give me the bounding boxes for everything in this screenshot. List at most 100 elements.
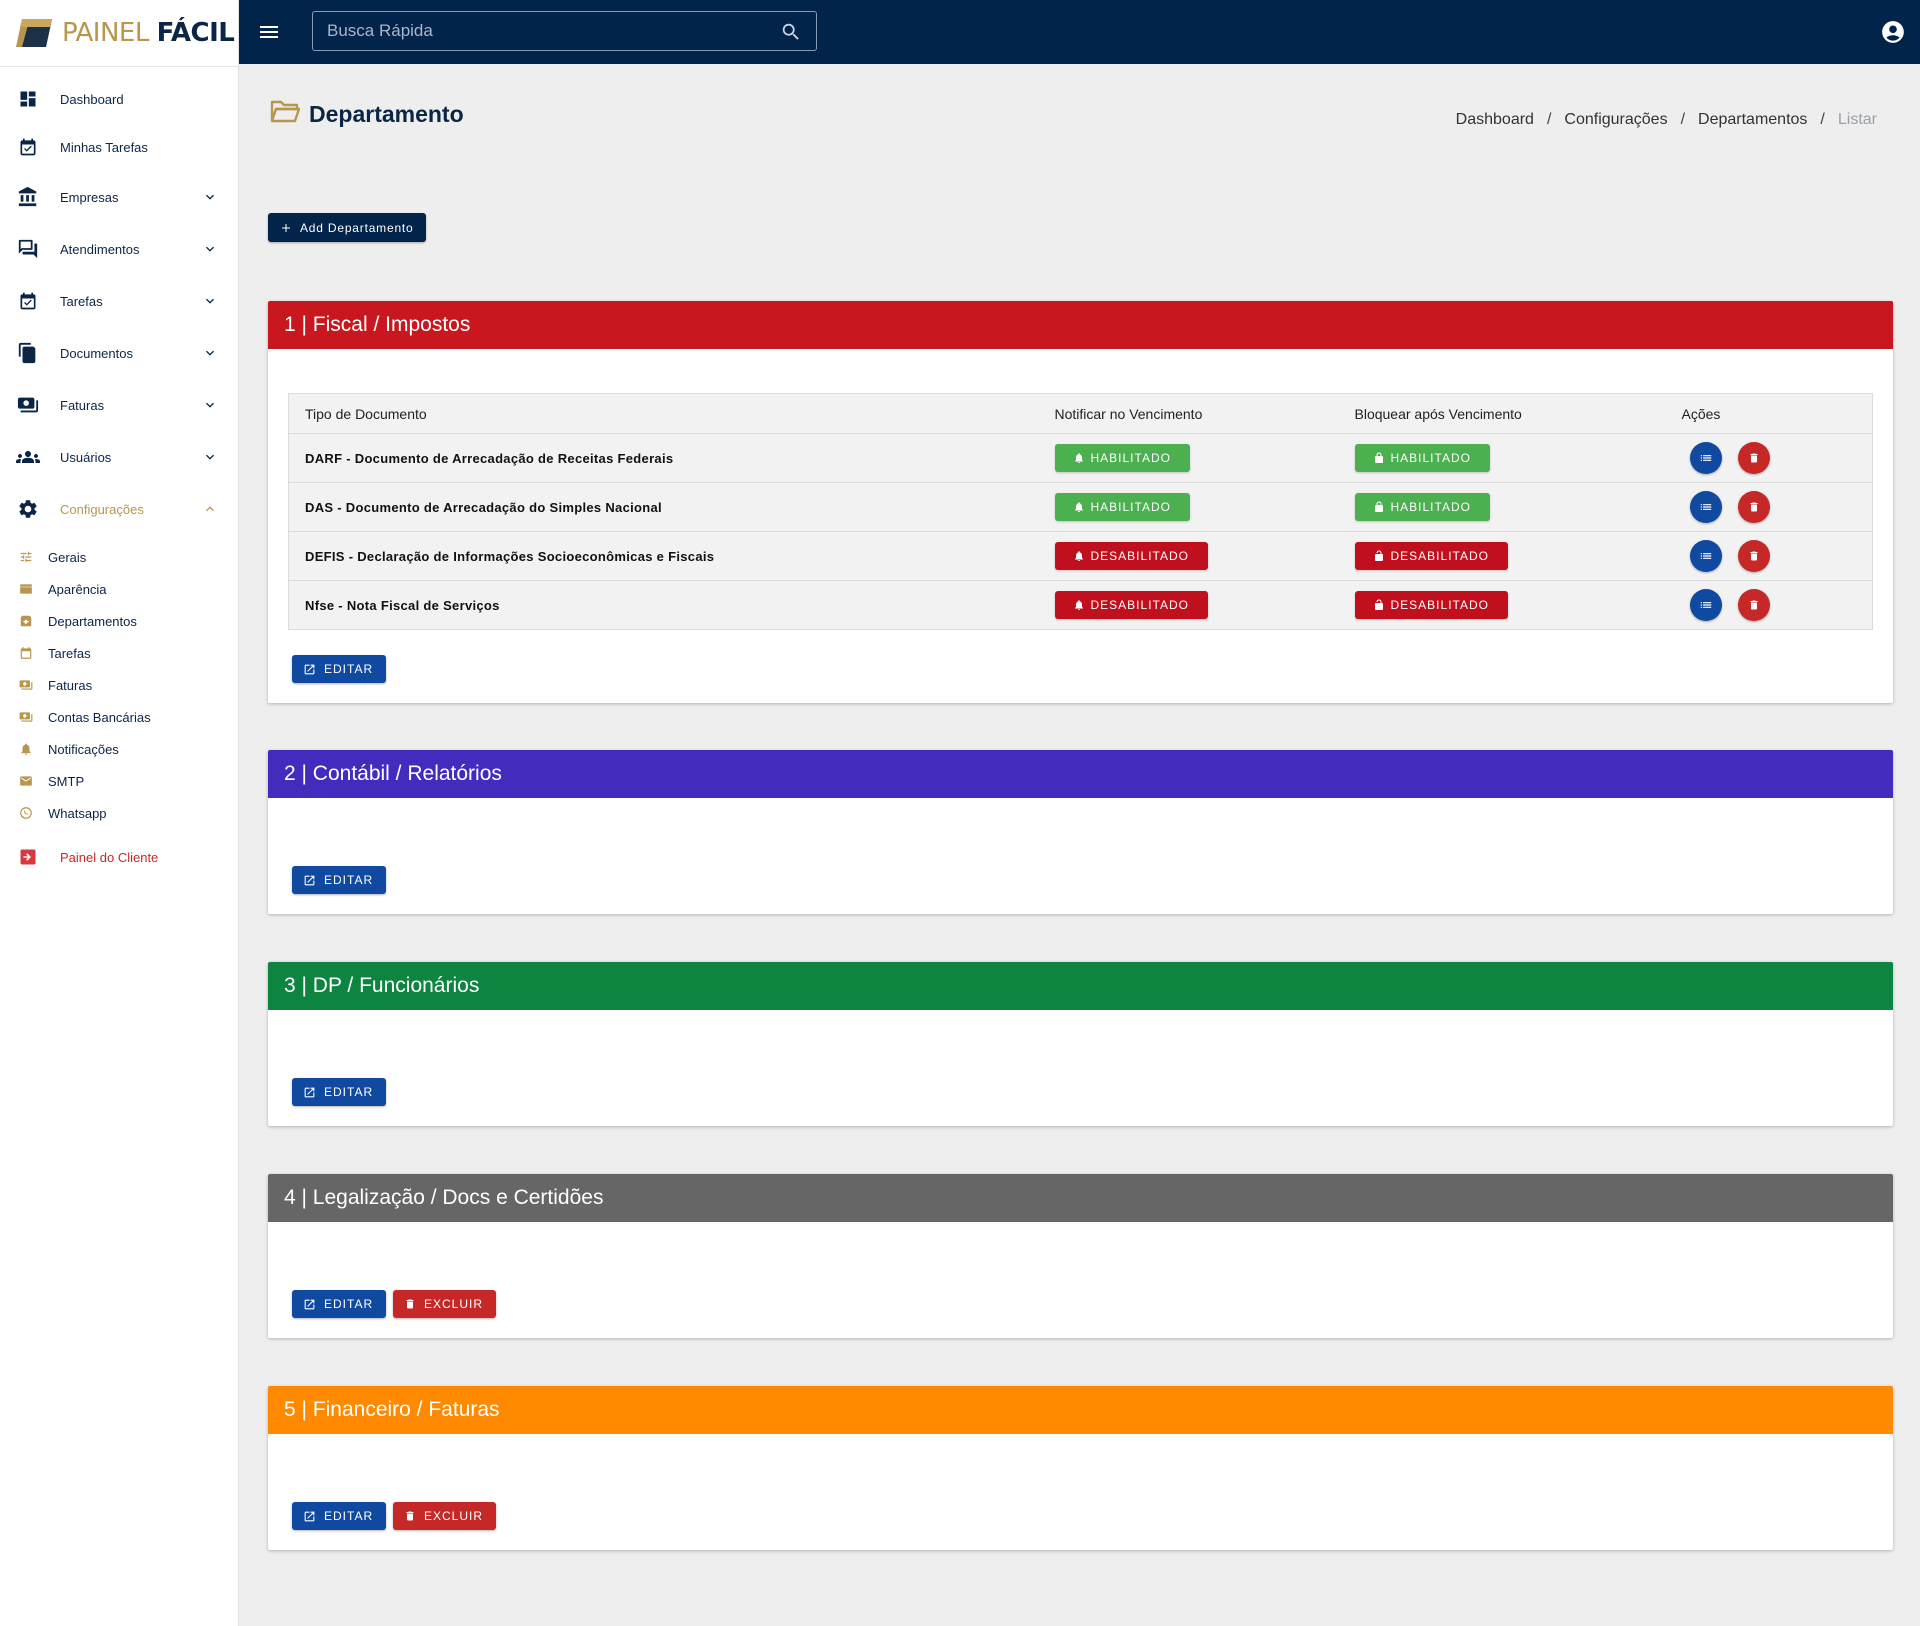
- delete-row-button[interactable]: [1737, 491, 1770, 523]
- settings-submenu: Gerais Aparência Departamentos Tarefas F…: [0, 535, 238, 829]
- sidebar-item-dashboard[interactable]: Dashboard: [0, 75, 238, 123]
- breadcrumb-separator: /: [1820, 111, 1825, 128]
- lock-icon: [1374, 501, 1383, 512]
- edit-icon: [304, 1511, 315, 1521]
- edit-department-button[interactable]: EDITAR: [292, 1078, 387, 1106]
- sidebar-item-atendimentos[interactable]: Atendimentos: [0, 223, 238, 275]
- calendar-check-icon: [16, 135, 40, 159]
- main-content: Departamento Dashboard / Configurações /…: [268, 64, 1893, 1550]
- delete-department-button[interactable]: EXCLUIR: [393, 1290, 497, 1318]
- sidebar-item-client-panel[interactable]: Painel do Cliente: [0, 831, 238, 883]
- logo[interactable]: PAINEL FÁCIL: [0, 0, 238, 67]
- lock-icon: [1374, 452, 1383, 463]
- sidebar-item-documentos[interactable]: Documentos: [0, 327, 238, 379]
- notify-cell: HABILITADO: [1038, 482, 1339, 532]
- breadcrumb-configuracoes[interactable]: Configurações: [1564, 111, 1667, 129]
- sidebar-item-usuarios[interactable]: Usuários: [0, 431, 238, 483]
- list-button[interactable]: [1689, 589, 1722, 621]
- logo-icon: [16, 19, 52, 47]
- edit-department-button[interactable]: EDITAR: [292, 866, 387, 894]
- sidebar-item-label: Painel do Cliente: [60, 849, 159, 865]
- breadcrumb-current: Listar: [1837, 111, 1877, 128]
- delete-row-button[interactable]: [1737, 442, 1770, 474]
- block-toggle-button[interactable]: HABILITADO: [1354, 493, 1490, 521]
- sidebar-item-empresas[interactable]: Empresas: [0, 171, 238, 223]
- department-title: 2 | Contábil / Relatórios: [284, 762, 502, 785]
- notify-toggle-button[interactable]: DESABILITADO: [1054, 591, 1208, 619]
- sidebar-item-configuracoes[interactable]: Configurações: [0, 483, 238, 535]
- menu-icon[interactable]: [257, 20, 281, 44]
- department-header: 4 | Legalização / Docs e Certidões: [268, 1174, 1893, 1222]
- document-name: DARF - Documento de Arrecadação de Recei…: [288, 433, 1039, 483]
- sidebar-subitem-tarefas[interactable]: Tarefas: [0, 637, 238, 669]
- notify-toggle-button[interactable]: HABILITADO: [1054, 493, 1190, 521]
- sidebar-subitem-label: Whatsapp: [48, 805, 107, 821]
- delete-department-button[interactable]: EXCLUIR: [393, 1502, 497, 1530]
- lock-open-icon: [1374, 550, 1383, 561]
- whatsapp-icon: [18, 805, 34, 821]
- breadcrumb-dashboard[interactable]: Dashboard: [1456, 111, 1534, 129]
- sidebar-subitem-departamentos[interactable]: Departamentos: [0, 605, 238, 637]
- block-toggle-button[interactable]: HABILITADO: [1354, 444, 1490, 472]
- edit-department-button[interactable]: EDITAR: [292, 655, 387, 683]
- add-department-button[interactable]: Add Departamento: [268, 213, 426, 242]
- exit-icon: [16, 845, 40, 869]
- document-table: Tipo de Documento Notificar no Venciment…: [288, 393, 1873, 630]
- chevron-down-icon: [206, 194, 214, 200]
- breadcrumb-separator: /: [1546, 111, 1552, 128]
- sidebar-subitem-contas-bancarias[interactable]: Contas Bancárias: [0, 701, 238, 733]
- sidebar-subitem-notificacoes[interactable]: Notificações: [0, 733, 238, 765]
- lock-open-icon: [1374, 599, 1383, 610]
- calendar-icon: [18, 645, 34, 661]
- sidebar-subitem-smtp[interactable]: SMTP: [0, 765, 238, 797]
- list-icon: [1700, 602, 1711, 608]
- sidebar-subitem-gerais[interactable]: Gerais: [0, 541, 238, 573]
- block-toggle-button[interactable]: DESABILITADO: [1354, 591, 1508, 619]
- account-icon[interactable]: [1880, 19, 1906, 45]
- table-row: DEFIS - Declaração de Informações Socioe…: [288, 531, 1873, 581]
- list-button[interactable]: [1689, 442, 1722, 474]
- sidebar-subitem-whatsapp[interactable]: Whatsapp: [0, 797, 238, 829]
- sidebar-item-faturas[interactable]: Faturas: [0, 379, 238, 431]
- edit-department-button[interactable]: EDITAR: [292, 1290, 387, 1318]
- bell-off-icon: [1074, 600, 1083, 610]
- sidebar-subitem-label: Faturas: [48, 677, 93, 693]
- notify-status: DESABILITADO: [1090, 598, 1189, 612]
- trash-icon: [406, 1299, 414, 1309]
- notify-toggle-button[interactable]: DESABILITADO: [1054, 542, 1208, 570]
- bell-ring-icon: [1074, 502, 1083, 512]
- search-icon[interactable]: [780, 21, 802, 43]
- delete-row-button[interactable]: [1737, 589, 1770, 621]
- trash-icon: [1750, 453, 1757, 463]
- page-title: Departamento: [309, 101, 464, 127]
- breadcrumb-separator: /: [1680, 111, 1686, 128]
- department-header: 1 | Fiscal / Impostos: [268, 301, 1893, 349]
- edit-icon: [304, 664, 315, 674]
- delete-row-button[interactable]: [1737, 540, 1770, 572]
- breadcrumb-departamentos[interactable]: Departamentos: [1698, 111, 1807, 129]
- column-header: Bloquear após Vencimento: [1338, 393, 1666, 434]
- list-button[interactable]: [1689, 491, 1722, 523]
- sidebar-subitem-aparencia[interactable]: Aparência: [0, 573, 238, 605]
- department-header: 5 | Financeiro / Faturas: [268, 1386, 1893, 1434]
- actions-cell: [1666, 581, 1873, 630]
- block-toggle-button[interactable]: DESABILITADO: [1354, 542, 1508, 570]
- add-department-label: Add Departamento: [300, 220, 414, 235]
- edit-department-button[interactable]: EDITAR: [292, 1502, 387, 1530]
- page-header: Departamento Dashboard / Configurações /…: [268, 64, 1893, 164]
- list-icon: [1700, 504, 1711, 510]
- chevron-down-icon: [206, 246, 214, 252]
- sidebar-subitem-faturas[interactable]: Faturas: [0, 669, 238, 701]
- block-status: DESABILITADO: [1390, 549, 1489, 563]
- search-input[interactable]: [313, 12, 816, 50]
- chevron-down-icon: [206, 298, 214, 304]
- notify-cell: DESABILITADO: [1039, 581, 1339, 630]
- edit-label: EDITAR: [324, 662, 374, 676]
- notify-cell: HABILITADO: [1038, 433, 1339, 483]
- sidebar-item-minhas-tarefas[interactable]: Minhas Tarefas: [0, 123, 238, 171]
- notify-toggle-button[interactable]: HABILITADO: [1054, 444, 1190, 472]
- block-cell: HABILITADO: [1338, 433, 1666, 483]
- topbar: [239, 0, 1920, 64]
- sidebar-item-tarefas[interactable]: Tarefas: [0, 275, 238, 327]
- list-button[interactable]: [1689, 540, 1722, 572]
